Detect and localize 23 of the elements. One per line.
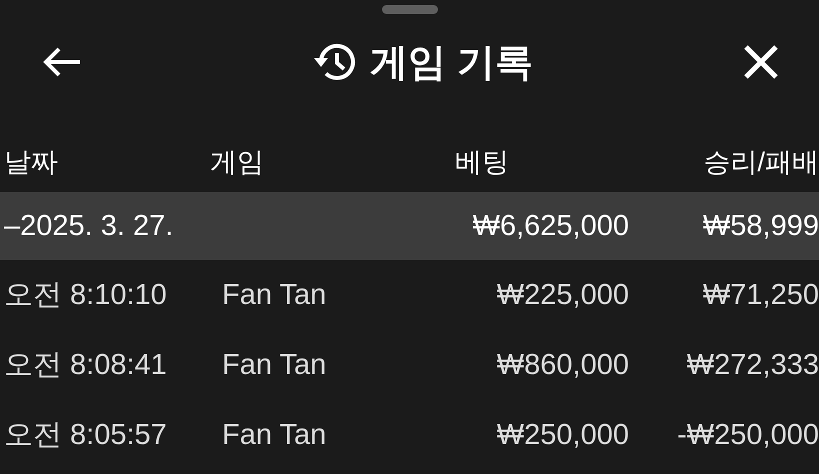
table-cell-text: Fan Tan bbox=[221, 418, 328, 452]
column-header: 베팅 bbox=[454, 146, 510, 179]
table-cell-text: 오전 8:10:10 bbox=[3, 278, 168, 313]
table-cell-text: ₩272,333 bbox=[686, 348, 819, 382]
table-cell-text: Fan Tan bbox=[221, 278, 328, 312]
table-cell-text: 오전 8:05:57 bbox=[3, 418, 168, 453]
column-header: 승리/패배 bbox=[702, 146, 819, 179]
table-cell-text: ₩250,000 bbox=[496, 418, 629, 452]
table-cell-text: ₩225,000 bbox=[496, 278, 629, 312]
drag-handle[interactable] bbox=[382, 5, 438, 14]
table-cell-text: Fan Tan bbox=[221, 348, 328, 382]
date-group-row[interactable]: –2025. 3. 27. ₩6,625,000 ₩58,999 bbox=[0, 192, 819, 260]
group-date: –2025. 3. 27. bbox=[3, 210, 174, 242]
column-header: 게임 bbox=[210, 146, 265, 179]
table-cell-text: ₩6,625,000 bbox=[472, 210, 629, 242]
table-cell-text: ₩58,999 bbox=[702, 210, 819, 242]
table-cell-text: ₩71,250 bbox=[702, 278, 819, 312]
screen-title: 게임 기록 bbox=[370, 40, 533, 86]
table-cell-text: -₩250,000 bbox=[676, 418, 819, 452]
table-cell-text: ₩860,000 bbox=[496, 348, 629, 382]
column-header: 날짜 bbox=[3, 146, 59, 179]
table-cell-text: 오전 8:08:41 bbox=[3, 348, 168, 383]
history-icon bbox=[312, 42, 356, 82]
